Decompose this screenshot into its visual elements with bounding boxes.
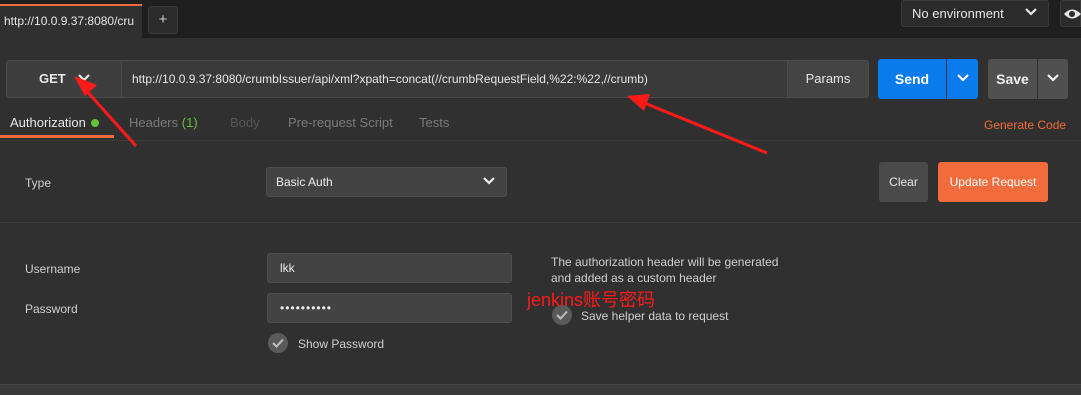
red-arrow-annotation (74, 76, 768, 155)
